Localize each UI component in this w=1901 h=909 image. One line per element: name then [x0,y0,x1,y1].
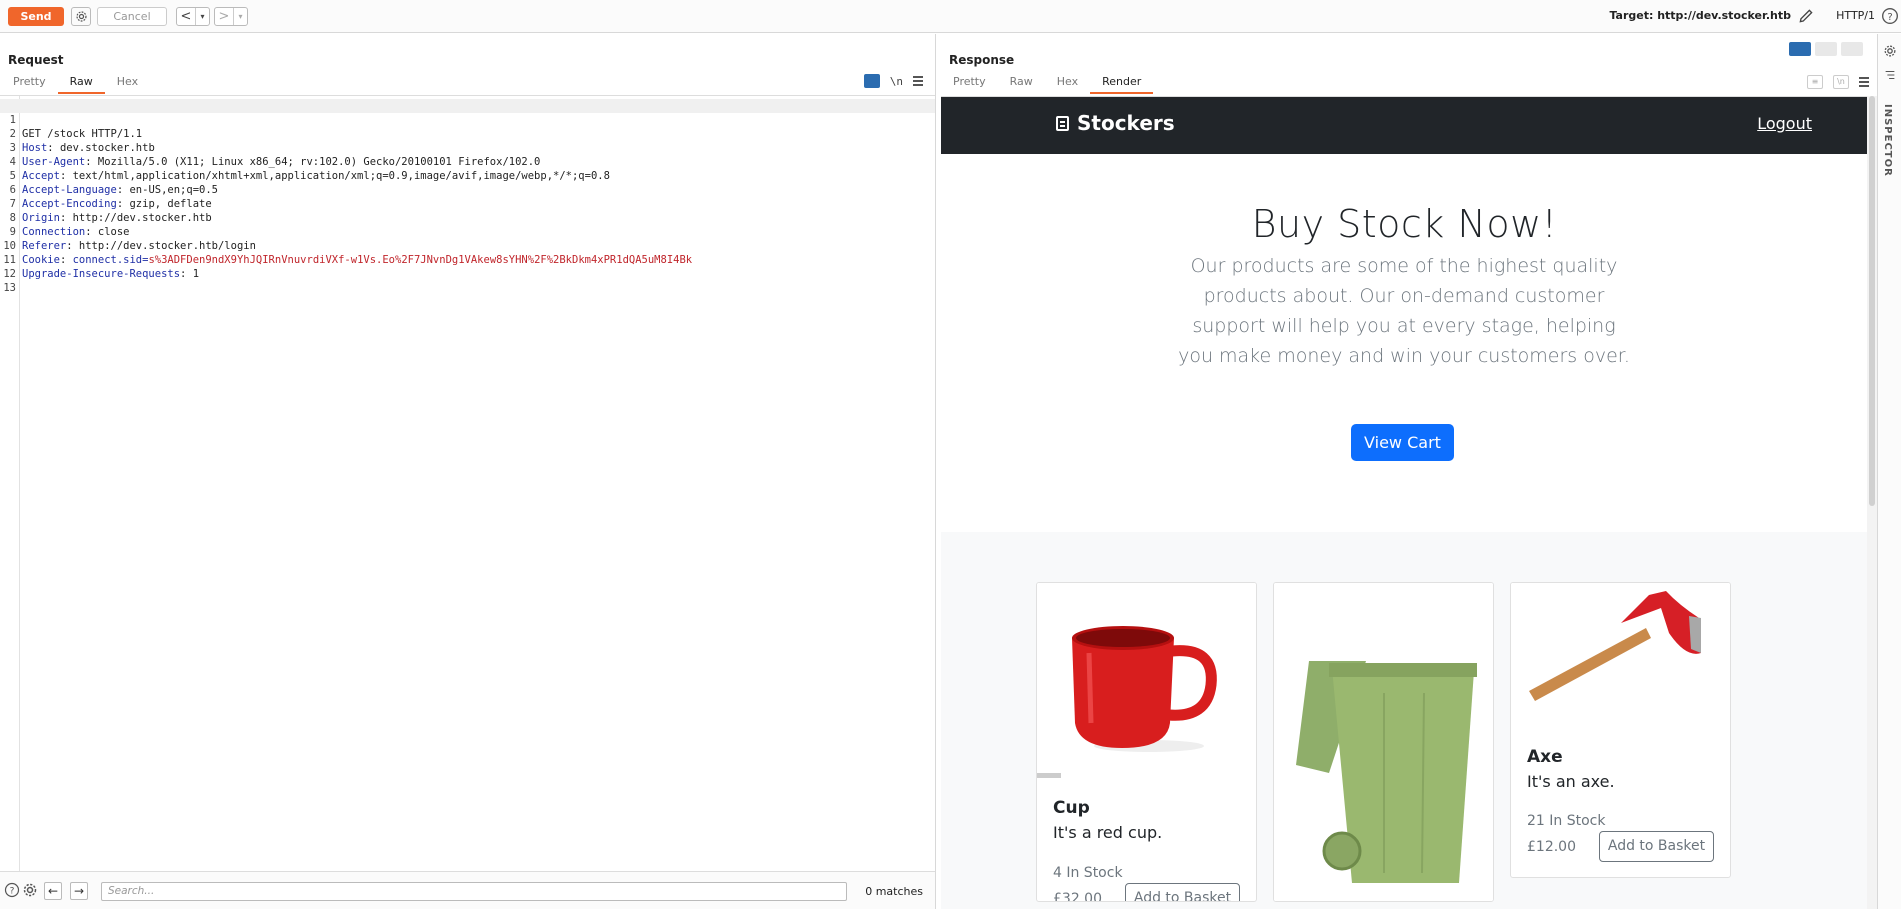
request-line[interactable]: 1 GET /stock HTTP/1.1 [0,99,935,140]
header-line-cookie[interactable]: 10 Cookie: connect.sid=s%3ADFDen9ndX9YhJ… [0,225,935,266]
request-view-options: \n [863,74,923,88]
target-label: Target: http://dev.stocker.htb [1609,9,1791,22]
forward-history-dropdown[interactable]: ▾ [233,8,247,25]
forward-nav-group: > ▾ [214,7,248,26]
svg-text:?: ? [1887,12,1892,23]
arrow-right-icon: → [73,884,85,898]
back-history-dropdown[interactable]: ▾ [195,8,209,25]
tab-hex[interactable]: Hex [1045,75,1090,94]
response-title: Response [949,53,1015,67]
header-line-accept-encoding[interactable]: 6 Accept-Encoding: gzip, deflate [0,169,935,210]
hero-section: Buy Stock Now! Our products are some of … [941,154,1868,532]
menu-icon[interactable] [913,76,923,86]
back-nav-group: < ▾ [176,7,210,26]
header-line-origin[interactable]: 7 Origin: http://dev.stocker.htb [0,183,935,224]
wrap-lines-icon: ≡ [1807,75,1823,89]
product-description: It's a red cup. [1053,823,1163,842]
request-editor[interactable]: 1 GET /stock HTTP/1.1 2 Host: dev.stocke… [0,95,935,872]
brand-label: Stockers [1077,111,1175,135]
wrap-lines-icon[interactable] [863,74,880,88]
request-pane: Request Pretty Raw Hex \n 1 GET /stock H… [0,34,936,909]
product-price: £32.00 [1053,891,1102,902]
newline-toggle-icon: \n [1833,75,1849,89]
settings-button[interactable] [71,7,91,26]
list-icon[interactable] [1883,68,1897,82]
header-line-upgrade-insecure[interactable]: 11 Upgrade-Insecure-Requests: 1 [0,239,935,280]
response-pane: Response Pretty Raw Hex Render ≡ \n Stoc… [937,34,1877,909]
add-to-basket-button[interactable]: Add to Basket [1599,831,1714,862]
back-button[interactable]: < [177,8,195,25]
header-line-accept[interactable]: 4 Accept: text/html,application/xhtml+xm… [0,141,935,182]
help-icon[interactable]: ? [4,882,20,898]
tab-raw[interactable]: Raw [998,75,1045,94]
product-description: It's an axe. [1527,772,1615,791]
next-match-button[interactable]: → [70,882,88,900]
request-title: Request [8,53,64,67]
cancel-button[interactable]: Cancel [97,7,167,26]
products-section: Cup It's a red cup. 4 In Stock £32.00 Ad… [941,532,1868,909]
product-stock: 21 In Stock [1527,813,1606,829]
help-icon[interactable]: ? [1881,7,1899,25]
send-button[interactable]: Send [8,7,64,26]
hero-text: Our products are some of the highest qua… [1178,255,1630,367]
inspector-label[interactable]: INSPECTOR [1882,104,1893,177]
product-title: Axe [1527,747,1563,767]
gear-icon[interactable] [22,882,38,898]
tab-pretty[interactable]: Pretty [941,75,998,94]
tab-pretty[interactable]: Pretty [1,75,58,94]
product-stock: 4 In Stock [1053,865,1123,881]
response-tabs: Pretty Raw Hex Render [941,75,1154,94]
site-navbar: Stockers Logout [941,97,1868,154]
tab-hex[interactable]: Hex [105,75,150,94]
scrollbar-thumb[interactable] [1869,96,1875,506]
empty-line[interactable]: 13 [0,267,935,294]
header-line-connection[interactable]: 8 Connection: close [0,197,935,238]
gear-icon [75,11,87,22]
render-scrollbar[interactable] [1867,96,1877,909]
request-tabs: Pretty Raw Hex [1,75,150,94]
product-card-cup: Cup It's a red cup. 4 In Stock £32.00 Ad… [1036,582,1257,902]
header-line-host[interactable]: 2 Host: dev.stocker.htb [0,113,935,154]
product-image-bin [1274,583,1493,901]
tab-raw[interactable]: Raw [57,75,105,94]
product-price: £12.00 [1527,839,1576,855]
site-brand[interactable]: Stockers [1056,111,1175,135]
previous-match-button[interactable]: ← [44,882,62,900]
header-line-user-agent[interactable]: 3 User-Agent: Mozilla/5.0 (X11; Linux x8… [0,127,935,168]
layout-side-by-side-icon[interactable] [1789,42,1811,56]
view-cart-button[interactable]: View Cart [1351,424,1454,461]
gear-icon[interactable] [1883,44,1897,58]
layout-stacked-icon[interactable] [1815,42,1837,56]
match-count: 0 matches [865,885,923,898]
empty-line[interactable]: 12 [0,253,935,280]
arrow-left-icon: ← [47,884,59,898]
product-card-bin [1273,582,1494,902]
svg-text:?: ? [10,887,15,897]
layout-toggle [1789,42,1863,56]
add-to-basket-button[interactable]: Add to Basket [1125,883,1240,901]
request-search-bar: ? ← → Search... 0 matches [0,871,935,909]
hero-title: Buy Stock Now! [1251,202,1558,246]
layout-tabs-icon[interactable] [1841,42,1863,56]
product-title: Cup [1053,798,1090,818]
product-image-cup [1037,583,1256,778]
header-line-referer[interactable]: 9 Referer: http://dev.stocker.htb/login [0,211,935,252]
header-line-accept-language[interactable]: 5 Accept-Language: en-US,en;q=0.5 [0,155,935,196]
logout-link[interactable]: Logout [1757,114,1812,133]
main-toolbar: Send Cancel < ▾ > ▾ Target: http://dev.s… [0,0,1901,33]
tab-render[interactable]: Render [1090,75,1154,94]
product-card-axe: Axe It's an axe. 21 In Stock £12.00 Add … [1510,582,1731,878]
rendered-page[interactable]: Stockers Logout Buy Stock Now! Our produ… [941,96,1868,909]
forward-button[interactable]: > [215,8,233,25]
inspector-sidebar: INSPECTOR [1877,34,1901,909]
search-input[interactable]: Search... [101,882,847,901]
edit-target-icon[interactable] [1797,7,1815,25]
newline-toggle[interactable]: \n [890,75,903,88]
product-image-axe [1511,583,1730,723]
response-view-options: ≡ \n [1807,75,1869,89]
line-number: 13 [3,282,16,294]
http-version-label[interactable]: HTTP/1 [1836,9,1875,22]
receipt-icon [1056,115,1069,131]
menu-icon[interactable] [1859,77,1869,87]
